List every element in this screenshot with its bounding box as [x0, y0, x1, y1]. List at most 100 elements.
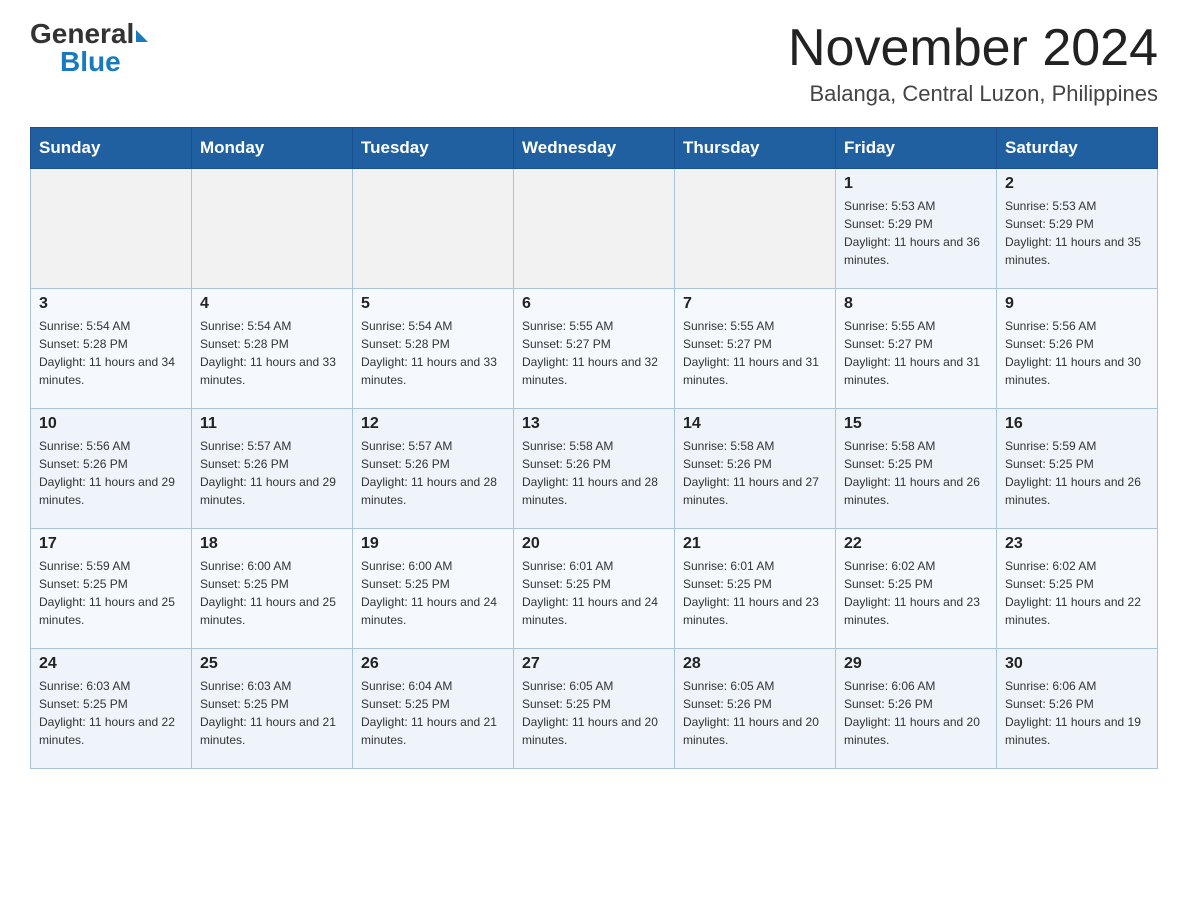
calendar-day-cell	[675, 169, 836, 289]
day-number: 1	[844, 175, 988, 193]
day-number: 13	[522, 415, 666, 433]
day-info: Sunrise: 6:02 AM Sunset: 5:25 PM Dayligh…	[1005, 557, 1149, 629]
day-info: Sunrise: 6:02 AM Sunset: 5:25 PM Dayligh…	[844, 557, 988, 629]
calendar-day-cell: 27 Sunrise: 6:05 AM Sunset: 5:25 PM Dayli…	[514, 649, 675, 769]
day-info: Sunrise: 5:53 AM Sunset: 5:29 PM Dayligh…	[844, 197, 988, 269]
day-number: 11	[200, 415, 344, 433]
day-info: Sunrise: 5:59 AM Sunset: 5:25 PM Dayligh…	[1005, 437, 1149, 509]
day-number: 30	[1005, 655, 1149, 673]
day-of-week-header: Friday	[836, 128, 997, 169]
month-title: November 2024	[788, 20, 1158, 77]
day-info: Sunrise: 6:04 AM Sunset: 5:25 PM Dayligh…	[361, 677, 505, 749]
day-info: Sunrise: 5:57 AM Sunset: 5:26 PM Dayligh…	[361, 437, 505, 509]
day-info: Sunrise: 6:06 AM Sunset: 5:26 PM Dayligh…	[844, 677, 988, 749]
day-number: 6	[522, 295, 666, 313]
calendar-day-cell: 13Sunrise: 5:58 AM Sunset: 5:26 PM Dayli…	[514, 409, 675, 529]
calendar-day-cell: 23 Sunrise: 6:02 AM Sunset: 5:25 PM Dayli…	[997, 529, 1158, 649]
day-number: 10	[39, 415, 183, 433]
calendar-day-cell: 17 Sunrise: 5:59 AM Sunset: 5:25 PM Dayli…	[31, 529, 192, 649]
calendar-day-cell: 16 Sunrise: 5:59 AM Sunset: 5:25 PM Dayli…	[997, 409, 1158, 529]
calendar-day-cell: 5 Sunrise: 5:54 AM Sunset: 5:28 PM Daylig…	[353, 289, 514, 409]
calendar-day-cell: 28 Sunrise: 6:05 AM Sunset: 5:26 PM Dayli…	[675, 649, 836, 769]
day-number: 18	[200, 535, 344, 553]
day-number: 22	[844, 535, 988, 553]
logo: General Blue	[30, 20, 148, 76]
calendar-week-row: 10 Sunrise: 5:56 AM Sunset: 5:26 PM Dayli…	[31, 409, 1158, 529]
day-info: Sunrise: 6:01 AM Sunset: 5:25 PM Dayligh…	[683, 557, 827, 629]
calendar-day-cell: 26 Sunrise: 6:04 AM Sunset: 5:25 PM Dayli…	[353, 649, 514, 769]
calendar-day-cell	[514, 169, 675, 289]
day-number: 15	[844, 415, 988, 433]
day-number: 21	[683, 535, 827, 553]
calendar-day-cell: 18 Sunrise: 6:00 AM Sunset: 5:25 PM Dayli…	[192, 529, 353, 649]
day-number: 24	[39, 655, 183, 673]
day-info: Sunrise: 6:03 AM Sunset: 5:25 PM Dayligh…	[39, 677, 183, 749]
day-info: Sunrise: 5:55 AM Sunset: 5:27 PM Dayligh…	[683, 317, 827, 389]
day-number: 12	[361, 415, 505, 433]
day-info: Sunrise: 5:56 AM Sunset: 5:26 PM Dayligh…	[1005, 317, 1149, 389]
day-info: Sunrise: 6:05 AM Sunset: 5:26 PM Dayligh…	[683, 677, 827, 749]
calendar-week-row: 24 Sunrise: 6:03 AM Sunset: 5:25 PM Dayli…	[31, 649, 1158, 769]
day-number: 17	[39, 535, 183, 553]
calendar-day-cell	[353, 169, 514, 289]
day-info: Sunrise: 5:58 AM Sunset: 5:25 PM Dayligh…	[844, 437, 988, 509]
day-info: Sunrise: 5:53 AM Sunset: 5:29 PM Dayligh…	[1005, 197, 1149, 269]
day-info: Sunrise: 5:58 AM Sunset: 5:26 PM Dayligh…	[683, 437, 827, 509]
day-number: 25	[200, 655, 344, 673]
calendar-day-cell: 14Sunrise: 5:58 AM Sunset: 5:26 PM Dayli…	[675, 409, 836, 529]
day-info: Sunrise: 5:54 AM Sunset: 5:28 PM Dayligh…	[200, 317, 344, 389]
calendar-day-cell: 22 Sunrise: 6:02 AM Sunset: 5:25 PM Dayli…	[836, 529, 997, 649]
day-number: 19	[361, 535, 505, 553]
day-number: 16	[1005, 415, 1149, 433]
day-of-week-header: Thursday	[675, 128, 836, 169]
day-number: 27	[522, 655, 666, 673]
day-number: 28	[683, 655, 827, 673]
page-header: General Blue November 2024 Balanga, Cent…	[30, 20, 1158, 107]
day-number: 5	[361, 295, 505, 313]
location-text: Balanga, Central Luzon, Philippines	[788, 81, 1158, 107]
day-info: Sunrise: 5:59 AM Sunset: 5:25 PM Dayligh…	[39, 557, 183, 629]
day-info: Sunrise: 5:56 AM Sunset: 5:26 PM Dayligh…	[39, 437, 183, 509]
day-of-week-header: Tuesday	[353, 128, 514, 169]
day-number: 26	[361, 655, 505, 673]
day-info: Sunrise: 5:57 AM Sunset: 5:26 PM Dayligh…	[200, 437, 344, 509]
day-number: 20	[522, 535, 666, 553]
day-number: 4	[200, 295, 344, 313]
day-info: Sunrise: 5:54 AM Sunset: 5:28 PM Dayligh…	[361, 317, 505, 389]
day-of-week-header: Saturday	[997, 128, 1158, 169]
calendar-day-cell: 25 Sunrise: 6:03 AM Sunset: 5:25 PM Dayli…	[192, 649, 353, 769]
calendar-day-cell: 6Sunrise: 5:55 AM Sunset: 5:27 PM Daylig…	[514, 289, 675, 409]
logo-text-blue: Blue	[60, 48, 121, 76]
day-number: 3	[39, 295, 183, 313]
calendar-day-cell: 15 Sunrise: 5:58 AM Sunset: 5:25 PM Dayli…	[836, 409, 997, 529]
calendar-day-cell: 29 Sunrise: 6:06 AM Sunset: 5:26 PM Dayli…	[836, 649, 997, 769]
calendar-day-cell: 11 Sunrise: 5:57 AM Sunset: 5:26 PM Dayli…	[192, 409, 353, 529]
day-info: Sunrise: 5:54 AM Sunset: 5:28 PM Dayligh…	[39, 317, 183, 389]
calendar-week-row: 17 Sunrise: 5:59 AM Sunset: 5:25 PM Dayli…	[31, 529, 1158, 649]
day-of-week-header: Wednesday	[514, 128, 675, 169]
day-info: Sunrise: 6:00 AM Sunset: 5:25 PM Dayligh…	[361, 557, 505, 629]
calendar-day-cell	[192, 169, 353, 289]
calendar-day-cell: 20Sunrise: 6:01 AM Sunset: 5:25 PM Dayli…	[514, 529, 675, 649]
calendar-day-cell: 7 Sunrise: 5:55 AM Sunset: 5:27 PM Daylig…	[675, 289, 836, 409]
logo-text-general: General	[30, 20, 134, 48]
calendar-header: SundayMondayTuesdayWednesdayThursdayFrid…	[31, 128, 1158, 169]
day-number: 29	[844, 655, 988, 673]
calendar-day-cell: 30Sunrise: 6:06 AM Sunset: 5:26 PM Dayli…	[997, 649, 1158, 769]
day-info: Sunrise: 6:00 AM Sunset: 5:25 PM Dayligh…	[200, 557, 344, 629]
day-info: Sunrise: 6:05 AM Sunset: 5:25 PM Dayligh…	[522, 677, 666, 749]
days-of-week-row: SundayMondayTuesdayWednesdayThursdayFrid…	[31, 128, 1158, 169]
calendar-day-cell: 10 Sunrise: 5:56 AM Sunset: 5:26 PM Dayli…	[31, 409, 192, 529]
day-info: Sunrise: 5:55 AM Sunset: 5:27 PM Dayligh…	[844, 317, 988, 389]
day-of-week-header: Sunday	[31, 128, 192, 169]
calendar-week-row: 3 Sunrise: 5:54 AM Sunset: 5:28 PM Daylig…	[31, 289, 1158, 409]
logo-triangle-icon	[136, 30, 148, 42]
day-number: 23	[1005, 535, 1149, 553]
calendar-day-cell: 19 Sunrise: 6:00 AM Sunset: 5:25 PM Dayli…	[353, 529, 514, 649]
calendar-day-cell: 2Sunrise: 5:53 AM Sunset: 5:29 PM Daylig…	[997, 169, 1158, 289]
calendar-day-cell: 9Sunrise: 5:56 AM Sunset: 5:26 PM Daylig…	[997, 289, 1158, 409]
calendar-day-cell: 3 Sunrise: 5:54 AM Sunset: 5:28 PM Daylig…	[31, 289, 192, 409]
calendar-body: 1 Sunrise: 5:53 AM Sunset: 5:29 PM Daylig…	[31, 169, 1158, 769]
day-number: 7	[683, 295, 827, 313]
day-info: Sunrise: 6:03 AM Sunset: 5:25 PM Dayligh…	[200, 677, 344, 749]
